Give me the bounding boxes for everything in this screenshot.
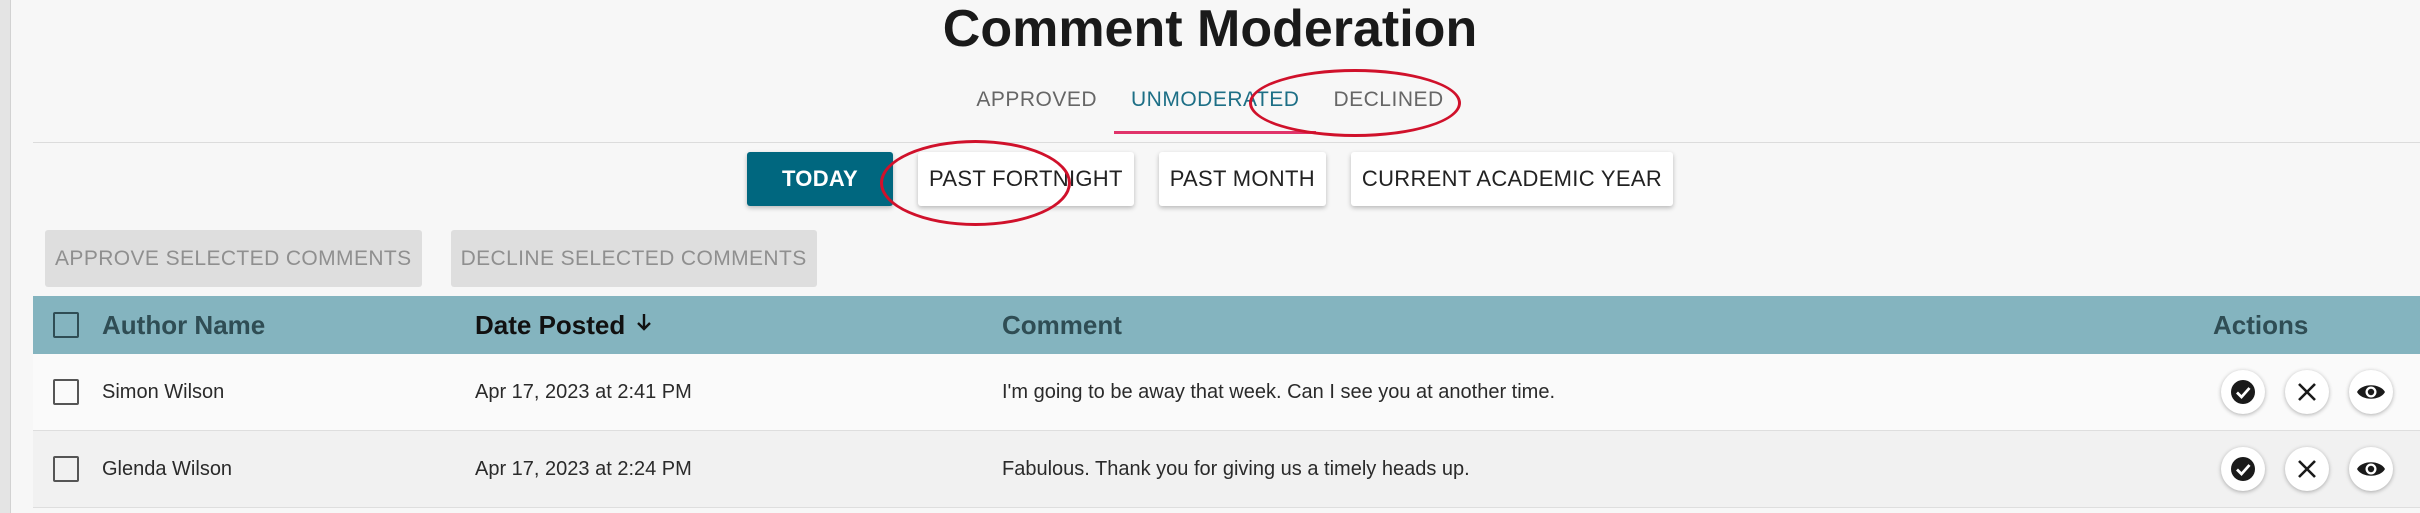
column-date-label: Date Posted <box>475 309 626 340</box>
date-posted: Apr 17, 2023 at 2:41 PM <box>475 380 692 403</box>
bulk-actions: APPROVE SELECTED COMMENTS DECLINE SELECT… <box>45 230 817 287</box>
comment-text: Fabulous. Thank you for giving us a time… <box>1002 457 1470 480</box>
author-name: Simon Wilson <box>102 380 225 403</box>
arrow-down-icon <box>635 312 653 338</box>
view-eye-icon[interactable] <box>2349 370 2393 414</box>
tab-unmoderated[interactable]: UNMODERATED <box>1114 80 1317 134</box>
view-eye-icon[interactable] <box>2349 447 2393 491</box>
column-comment: Comment <box>1002 309 1122 340</box>
approve-selected-button[interactable]: APPROVE SELECTED COMMENTS <box>45 230 422 287</box>
approve-check-icon[interactable] <box>2221 370 2265 414</box>
tabs-divider <box>33 142 2420 143</box>
table-row: Glenda Wilson Apr 17, 2023 at 2:24 PM Fa… <box>33 431 2420 508</box>
tab-declined[interactable]: DECLINED <box>1316 80 1460 122</box>
decline-x-icon[interactable] <box>2285 447 2329 491</box>
table-row: Simon Wilson Apr 17, 2023 at 2:41 PM I'm… <box>33 354 2420 431</box>
filter-today-button[interactable]: TODAY <box>746 152 894 206</box>
decline-selected-button[interactable]: DECLINE SELECTED COMMENTS <box>450 230 817 287</box>
filter-past-month-button[interactable]: PAST MONTH <box>1158 152 1326 206</box>
date-posted: Apr 17, 2023 at 2:24 PM <box>475 457 692 480</box>
column-actions: Actions <box>2213 309 2309 340</box>
select-all-checkbox[interactable] <box>53 312 79 338</box>
comment-text: I'm going to be away that week. Can I se… <box>1002 380 1556 403</box>
decline-x-icon[interactable] <box>2285 370 2329 414</box>
page-title: Comment Moderation <box>942 0 1478 58</box>
date-filters: TODAY PAST FORTNIGHT PAST MONTH CURRENT … <box>0 152 2420 206</box>
tab-approved[interactable]: APPROVED <box>959 80 1114 122</box>
status-tabs: APPROVED UNMODERATED DECLINED <box>0 80 2420 134</box>
comments-table: Author Name Date Posted Comment Actions … <box>33 296 2420 508</box>
left-rail <box>0 0 11 513</box>
approve-check-icon[interactable] <box>2221 447 2265 491</box>
filter-academic-year-button[interactable]: CURRENT ACADEMIC YEAR <box>1350 152 1674 206</box>
column-date[interactable]: Date Posted <box>475 296 653 354</box>
filter-past-fortnight-button[interactable]: PAST FORTNIGHT <box>918 152 1134 206</box>
row-checkbox[interactable] <box>53 456 79 482</box>
column-author[interactable]: Author Name <box>102 296 265 354</box>
row-checkbox[interactable] <box>53 379 79 405</box>
table-header: Author Name Date Posted Comment Actions <box>33 296 2420 354</box>
author-name: Glenda Wilson <box>102 457 233 480</box>
